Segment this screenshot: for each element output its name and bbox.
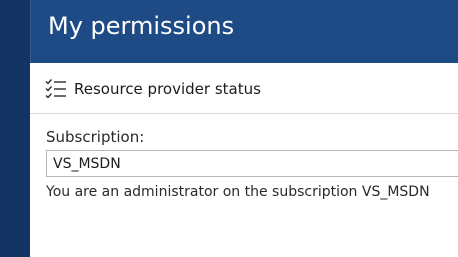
portal-window: My permissions Resource provider status … xyxy=(0,0,458,257)
resource-provider-status-label: Resource provider status xyxy=(74,80,261,98)
subscription-field[interactable] xyxy=(46,150,458,177)
permissions-blade: My permissions Resource provider status … xyxy=(30,0,458,257)
admin-status-text: You are an administrator on the subscrip… xyxy=(46,184,430,200)
command-bar: Resource provider status xyxy=(30,63,458,114)
page-title: My permissions xyxy=(48,12,235,40)
checklist-icon xyxy=(45,79,66,99)
portal-left-strip xyxy=(0,0,30,257)
permissions-content: Subscription: You are an administrator o… xyxy=(46,128,458,201)
subscription-label: Subscription: xyxy=(46,128,145,146)
blade-header: My permissions xyxy=(30,0,458,63)
resource-provider-status-button[interactable]: Resource provider status xyxy=(45,77,261,101)
